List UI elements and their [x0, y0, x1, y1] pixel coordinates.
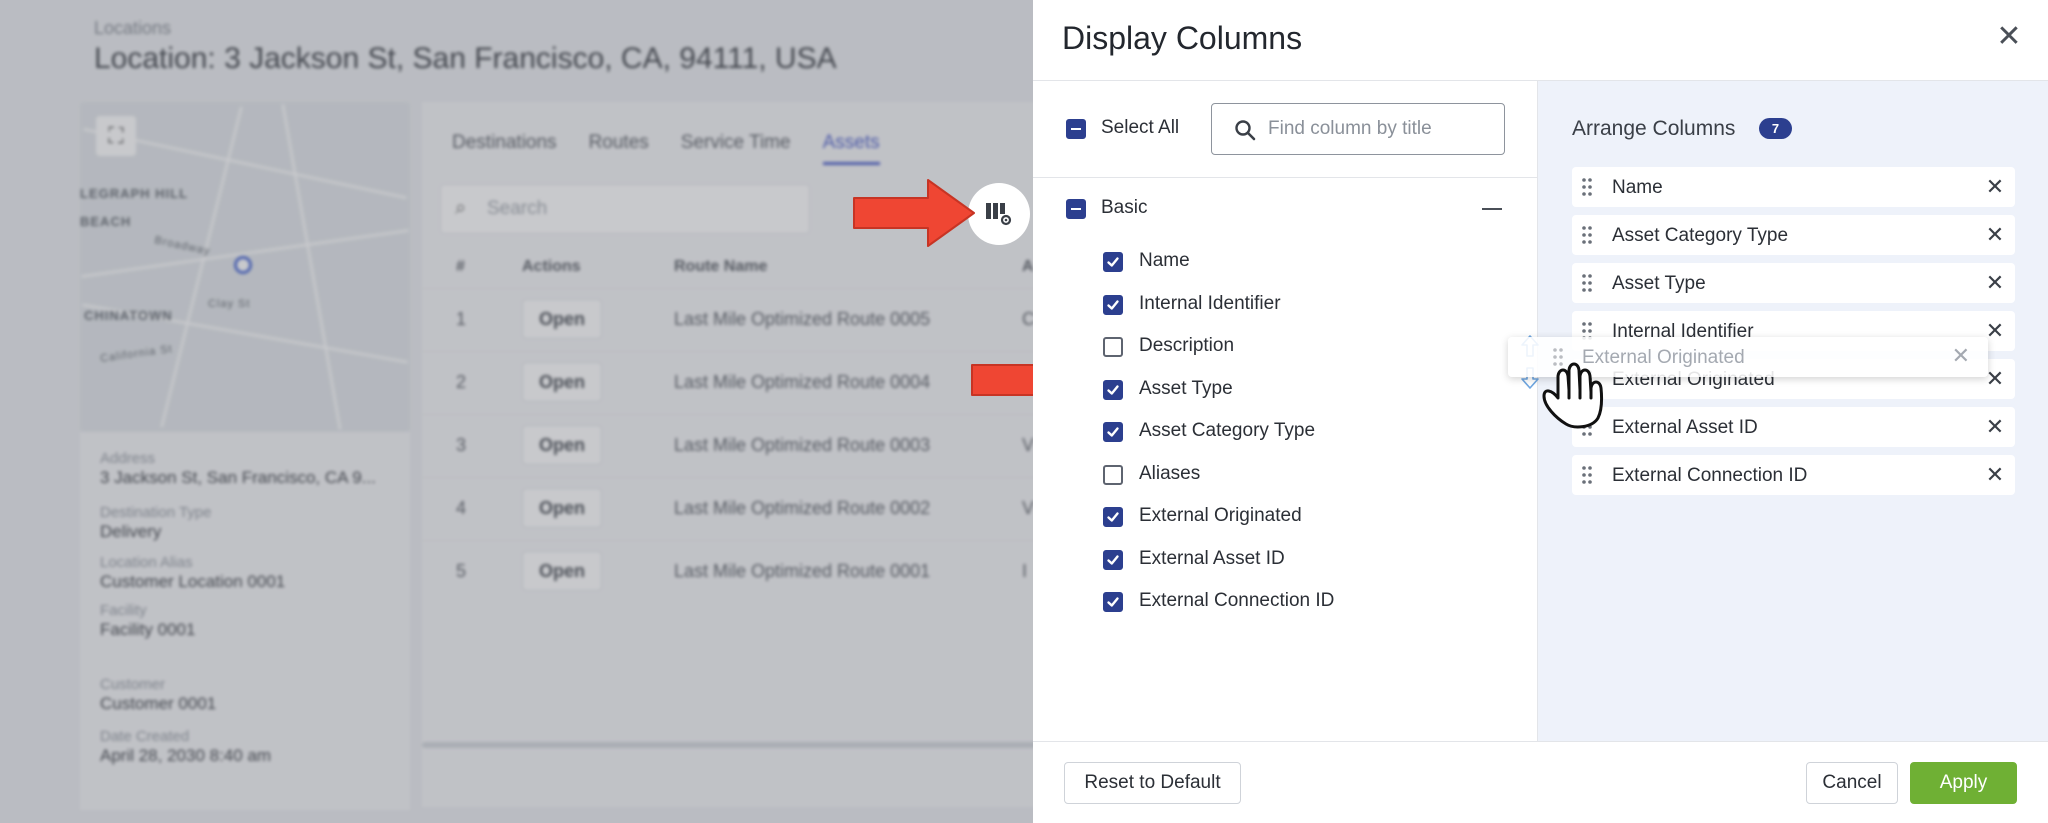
arranged-column-label: External Connection ID [1612, 465, 1808, 486]
dragging-row-label: External Originated [1582, 347, 1745, 368]
drag-handle-icon [1582, 274, 1592, 292]
arranged-column-external-asset-id[interactable]: External Asset ID ✕ [1572, 407, 2015, 447]
select-all-label: Select All [1101, 117, 1180, 138]
background-page: Locations Location: 3 Jackson St, San Fr… [0, 0, 1033, 823]
arranged-column-asset-type[interactable]: Asset Type ✕ [1572, 263, 2015, 303]
description-label: Description [1139, 335, 1235, 356]
close-icon[interactable]: ✕ [1994, 22, 2024, 52]
drag-handle-icon [1582, 226, 1592, 244]
internal-identifier-checkbox[interactable] [1103, 294, 1123, 315]
remove-icon[interactable]: ✕ [1983, 173, 2007, 201]
reset-to-default-button[interactable]: Reset to Default [1064, 762, 1241, 804]
divider [1033, 177, 1538, 178]
grab-hand-icon [1542, 362, 1604, 429]
search-icon [1235, 120, 1256, 141]
modal-header: Display Columns ✕ [1033, 0, 2048, 81]
remove-icon[interactable]: ✕ [1983, 221, 2007, 249]
pointer-arrow-icon [853, 179, 975, 247]
arrange-columns-panel: Arrange Columns 7 Name ✕ Asset Category Ty… [1538, 81, 2048, 741]
remove-icon[interactable]: ✕ [1983, 461, 2007, 489]
name-label: Name [1139, 250, 1190, 271]
find-column-field[interactable] [1211, 103, 1505, 155]
drag-handle-icon [1582, 466, 1592, 484]
external-originated-label: External Originated [1139, 505, 1302, 526]
arranged-column-label: Asset Category Type [1612, 225, 1789, 246]
modal-backdrop[interactable] [0, 0, 1033, 823]
collapse-icon[interactable] [1482, 208, 1502, 210]
remove-icon[interactable]: ✕ [1983, 269, 2007, 297]
arranged-column-external-connection-id[interactable]: External Connection ID ✕ [1572, 455, 2015, 495]
apply-button[interactable]: Apply [1910, 762, 2017, 804]
pointer-arrow-icon [971, 364, 1033, 396]
asset-type-checkbox[interactable] [1103, 379, 1123, 400]
remove-icon[interactable]: ✕ [1952, 343, 1970, 369]
external-asset-id-checkbox[interactable] [1103, 549, 1123, 570]
arranged-column-name[interactable]: Name ✕ [1572, 167, 2015, 207]
column-selection-panel: Select All Basic Name Internal Identifier… [1033, 81, 1538, 741]
external-connection-id-label: External Connection ID [1139, 590, 1335, 611]
external-originated-checkbox[interactable] [1103, 507, 1123, 527]
arranged-column-label: External Asset ID [1612, 417, 1758, 438]
modal-footer: Reset to Default Cancel Apply [1033, 741, 2048, 823]
arranged-column-asset-category-type[interactable]: Asset Category Type ✕ [1572, 215, 2015, 255]
internal-identifier-label: Internal Identifier [1139, 292, 1281, 314]
description-checkbox[interactable] [1103, 337, 1123, 357]
arrange-title: Arrange Columns [1572, 117, 1736, 140]
aliases-checkbox[interactable] [1103, 464, 1123, 485]
name-checkbox[interactable] [1103, 252, 1123, 272]
cancel-button[interactable]: Cancel [1806, 762, 1898, 804]
columns-gear-icon [986, 203, 1012, 226]
modal-title: Display Columns [1062, 20, 1303, 56]
count-badge: 7 [1759, 118, 1792, 139]
arranged-column-label: Name [1612, 177, 1663, 198]
find-column-input[interactable] [1268, 104, 1498, 154]
external-connection-id-checkbox[interactable] [1103, 592, 1123, 612]
select-all-checkbox[interactable] [1066, 119, 1086, 139]
drag-handle-icon [1582, 178, 1592, 196]
asset-category-type-checkbox[interactable] [1103, 422, 1123, 442]
remove-icon[interactable]: ✕ [1983, 413, 2007, 441]
group-basic-label: Basic [1101, 197, 1148, 218]
asset-type-label: Asset Type [1139, 377, 1233, 399]
aliases-label: Aliases [1139, 462, 1201, 484]
asset-category-type-label: Asset Category Type [1139, 420, 1316, 441]
external-asset-id-label: External Asset ID [1139, 547, 1285, 569]
arranged-column-label: Asset Type [1612, 273, 1706, 294]
group-basic-checkbox[interactable] [1066, 199, 1086, 219]
